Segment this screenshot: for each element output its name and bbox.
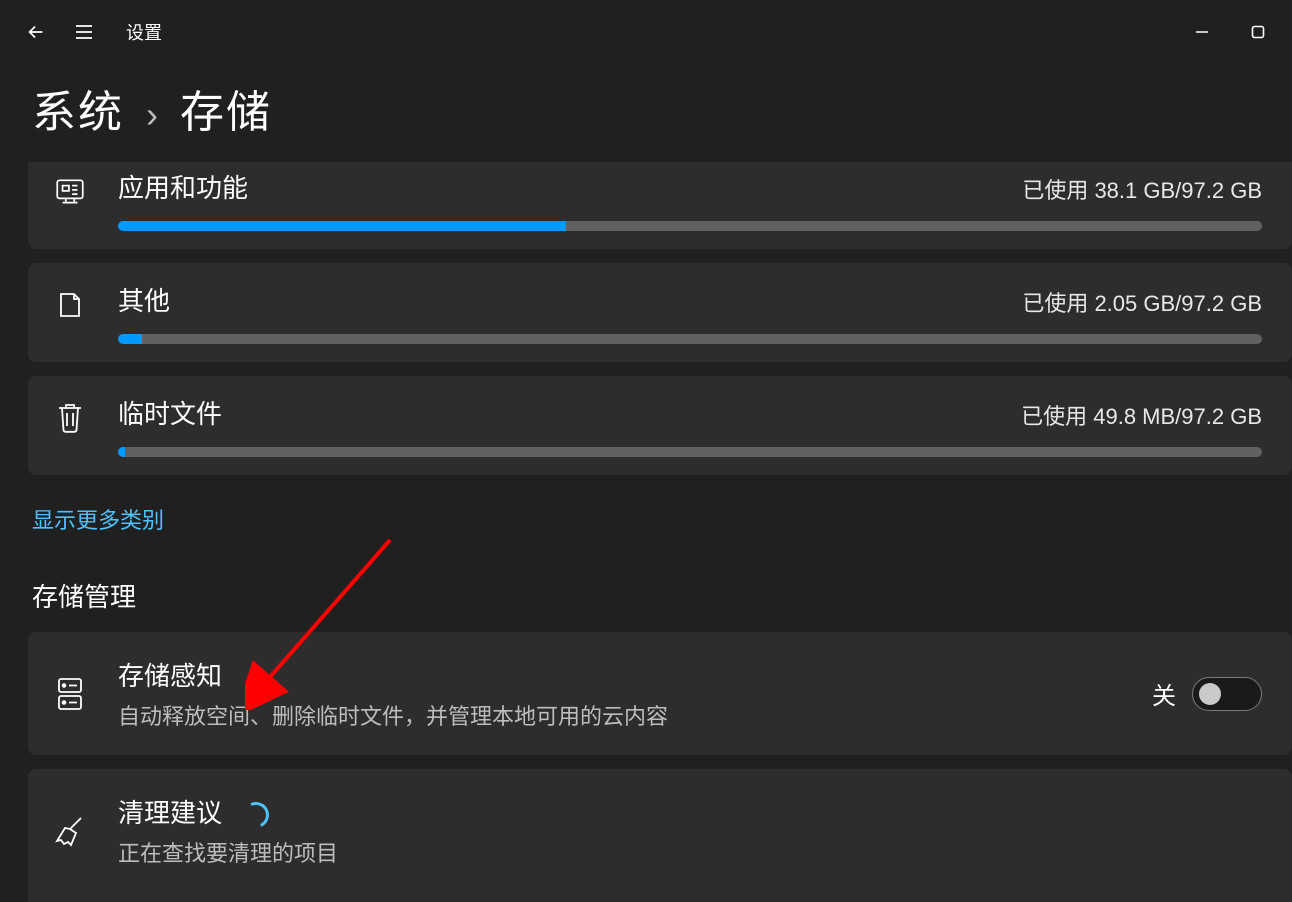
category-title: 其他	[118, 281, 170, 318]
storage-sense-row[interactable]: 存储感知 自动释放空间、删除临时文件，并管理本地可用的云内容 关	[28, 632, 1292, 755]
maximize-icon	[1250, 24, 1266, 40]
cleanup-title-text: 清理建议	[118, 798, 222, 828]
progress-bar	[118, 221, 1262, 231]
storage-category-other[interactable]: 其他 已使用 2.05 GB/97.2 GB	[28, 263, 1292, 362]
category-title: 应用和功能	[118, 168, 248, 205]
toggle-state-label: 关	[1152, 676, 1176, 711]
breadcrumb-parent[interactable]: 系统	[32, 76, 124, 140]
back-button[interactable]	[12, 8, 60, 56]
arrow-left-icon	[25, 21, 47, 43]
trash-icon	[48, 396, 92, 440]
progress-fill	[118, 447, 125, 457]
breadcrumb: 系统 › 存储	[0, 64, 1292, 162]
setting-description: 正在查找要清理的项目	[118, 836, 1262, 868]
progress-bar	[118, 447, 1262, 457]
cleanup-recommendations-row[interactable]: 清理建议 正在查找要清理的项目	[28, 769, 1292, 902]
minimize-icon	[1194, 24, 1210, 40]
hamburger-icon	[72, 20, 96, 44]
toggle-knob	[1199, 683, 1221, 705]
progress-fill	[118, 221, 566, 231]
progress-bar	[118, 334, 1262, 344]
category-usage: 已使用 38.1 GB/97.2 GB	[1022, 173, 1262, 205]
setting-title: 存储感知	[118, 656, 1152, 693]
breadcrumb-current: 存储	[180, 76, 272, 140]
breadcrumb-separator: ›	[146, 94, 158, 136]
nav-menu-button[interactable]	[60, 8, 108, 56]
storage-sense-icon	[48, 672, 92, 716]
progress-fill	[118, 334, 142, 344]
setting-description: 自动释放空间、删除临时文件，并管理本地可用的云内容	[118, 699, 1152, 731]
storage-category-apps[interactable]: 应用和功能 已使用 38.1 GB/97.2 GB	[28, 162, 1292, 249]
window-minimize-button[interactable]	[1192, 22, 1212, 42]
storage-sense-toggle[interactable]	[1192, 677, 1262, 711]
category-usage: 已使用 2.05 GB/97.2 GB	[1022, 286, 1262, 318]
storage-management-heading: 存储管理	[28, 571, 1292, 632]
storage-category-temp[interactable]: 临时文件 已使用 49.8 MB/97.2 GB	[28, 376, 1292, 475]
category-usage: 已使用 49.8 MB/97.2 GB	[1021, 399, 1262, 431]
category-title: 临时文件	[118, 394, 222, 431]
title-bar: 设置	[0, 0, 1292, 64]
setting-title: 清理建议	[118, 793, 1262, 830]
loading-spinner-icon	[240, 798, 273, 831]
broom-icon	[48, 809, 92, 853]
apps-icon	[48, 170, 92, 214]
window-maximize-button[interactable]	[1248, 22, 1268, 42]
show-more-categories-link[interactable]: 显示更多类别	[28, 495, 168, 543]
app-title: 设置	[126, 19, 162, 45]
other-icon	[48, 283, 92, 327]
